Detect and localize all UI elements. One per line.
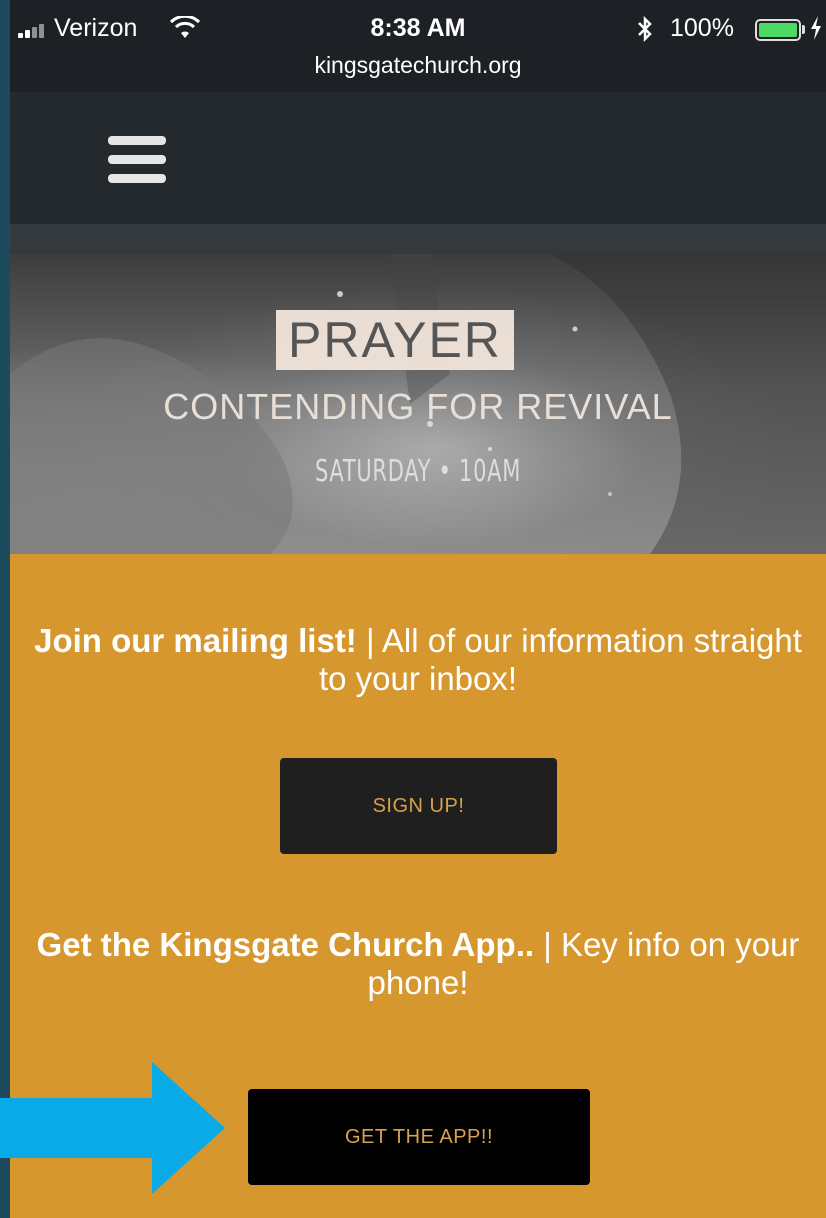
charging-icon xyxy=(811,16,821,40)
url-bar[interactable]: kingsgatechurch.org xyxy=(10,52,826,79)
status-bar: Verizon 8:38 AM kingsgatechurch.org 100% xyxy=(10,0,826,92)
mailing-list-heading: Join our mailing list! xyxy=(34,622,357,659)
hero-banner[interactable]: PRAYER CONTENDING FOR REVIVAL SATURDAY •… xyxy=(10,254,826,554)
pointer-arrow-icon xyxy=(0,1062,225,1194)
battery-icon xyxy=(755,19,801,41)
hero-schedule: SATURDAY • 10AM xyxy=(314,454,522,489)
bluetooth-icon xyxy=(638,16,652,42)
hero-title: PRAYER xyxy=(276,310,514,370)
app-promo-text: Get the Kingsgate Church App.. | Key inf… xyxy=(30,926,806,1002)
battery-percentage: 100% xyxy=(670,14,734,42)
app-promo-heading: Get the Kingsgate Church App.. xyxy=(36,926,535,963)
sign-up-button[interactable]: SIGN UP! xyxy=(280,758,557,854)
battery-tip xyxy=(802,25,805,34)
header-divider xyxy=(10,224,826,254)
menu-icon[interactable] xyxy=(108,136,166,184)
phone-screen: Verizon 8:38 AM kingsgatechurch.org 100% xyxy=(10,0,826,1218)
mailing-list-description: | All of our information straight to you… xyxy=(318,622,802,697)
site-header xyxy=(10,92,826,224)
get-the-app-button[interactable]: GET THE APP!! xyxy=(248,1089,590,1185)
mailing-list-text: Join our mailing list! | All of our info… xyxy=(30,622,806,698)
hero-subtitle: CONTENDING FOR REVIVAL xyxy=(163,386,673,427)
